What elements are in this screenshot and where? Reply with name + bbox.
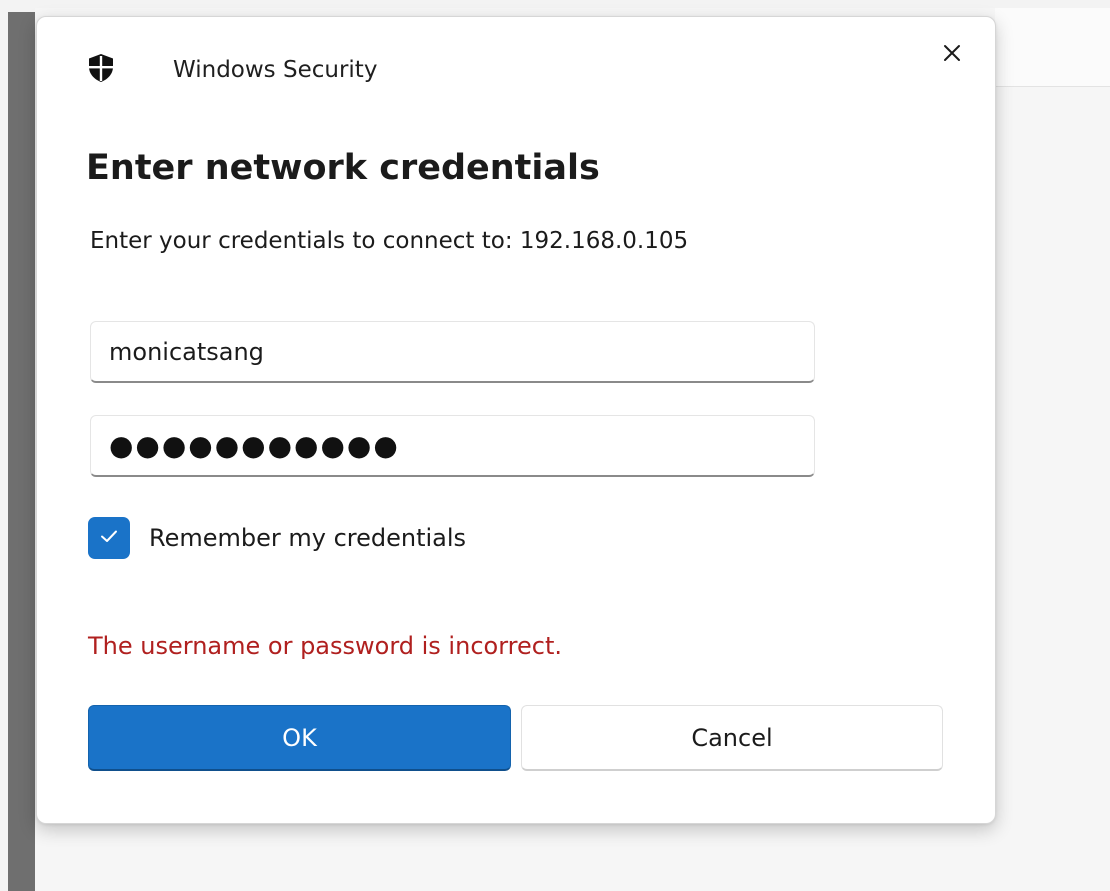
background-window-edge: [8, 12, 35, 891]
username-value: monicatsang: [109, 337, 264, 366]
close-icon: [941, 42, 963, 68]
remember-credentials-label[interactable]: Remember my credentials: [149, 521, 466, 555]
dialog-heading: Enter network credentials: [86, 148, 600, 188]
credentials-dialog: Windows Security Enter network credentia…: [36, 16, 996, 824]
window-title: Windows Security: [173, 57, 378, 83]
ok-button[interactable]: OK: [88, 705, 511, 771]
password-field[interactable]: ●●●●●●●●●●●: [90, 415, 815, 477]
connection-prompt: Enter your credentials to connect to: 19…: [90, 228, 689, 254]
checkmark-icon: [97, 524, 121, 552]
close-button[interactable]: [932, 37, 972, 73]
shield-icon: [86, 53, 116, 83]
username-field[interactable]: monicatsang: [90, 321, 815, 383]
background-window-header: [995, 8, 1110, 87]
remember-credentials-checkbox[interactable]: [88, 517, 130, 559]
error-message: The username or password is incorrect.: [88, 632, 562, 660]
cancel-button[interactable]: Cancel: [521, 705, 943, 771]
password-value: ●●●●●●●●●●●: [109, 429, 400, 462]
